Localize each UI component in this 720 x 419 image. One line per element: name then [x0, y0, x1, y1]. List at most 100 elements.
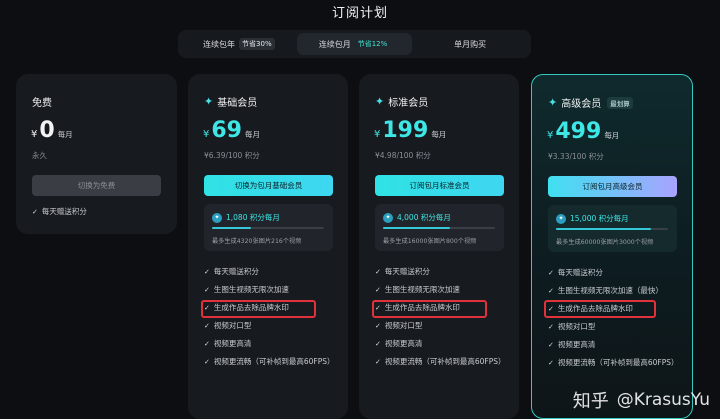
price-amount: 0: [39, 118, 55, 143]
credit-box: ✦ 4,000 积分每月 最多生成16000张图片800个视频: [375, 204, 504, 251]
credit-note: 最多生成4320张图片216个视频: [212, 238, 302, 245]
feature-list: ✓ 每天赠送积分 ✓ 生图生视频无限次加速（最快） ✓ 生成作品去除品牌水印 ✓ 视频对…: [548, 268, 688, 376]
toggle-single-label: 单月购买: [454, 39, 487, 49]
check-icon: ✓: [375, 340, 381, 348]
currency: ¥: [31, 129, 38, 140]
feature-text: 每天赠送积分: [213, 267, 259, 276]
check-icon: ✓: [548, 323, 554, 331]
price-period: 每月: [431, 130, 447, 139]
feature-item: ✓ 每天赠送积分: [375, 267, 515, 277]
sparkle-icon: ✦: [548, 96, 558, 109]
feature-item: ✓ 生图生视频无限次加速: [204, 285, 344, 295]
watermark-platform: 知乎: [572, 391, 609, 412]
feature-text: 生图生视频无限次加速（最快）: [557, 286, 663, 295]
plan-name: 免费: [32, 98, 52, 109]
plan-name: 标准会员: [388, 98, 429, 109]
toggle-yearly[interactable]: 连续包年 节省30%: [181, 33, 297, 55]
subscribe-basic-button[interactable]: 切换为包月基础会员: [204, 175, 333, 196]
currency: ¥: [203, 129, 210, 140]
feature-text: 视频对口型: [213, 321, 252, 330]
feature-list: ✓ 每天赠送积分: [32, 207, 172, 225]
check-icon: ✓: [204, 268, 210, 276]
watermark: 知乎 @KrasusYu: [573, 387, 710, 413]
check-icon: ✓: [32, 208, 38, 216]
switch-free-button[interactable]: 切换为免费: [32, 175, 161, 196]
check-icon: ✓: [204, 286, 210, 294]
price: ¥ 499 每月: [547, 119, 619, 144]
price-amount: 199: [382, 118, 429, 143]
credit-progress-fill: [383, 227, 451, 229]
sparkle-icon: ✦: [375, 95, 385, 108]
check-icon: ✓: [548, 341, 554, 349]
check-icon: ✓: [204, 322, 210, 330]
toggle-yearly-badge: 节省30%: [239, 38, 275, 50]
feature-item: ✓ 视频对口型: [375, 321, 515, 331]
feature-text: 视频更流畅（可补帧到最高60FPS）: [213, 357, 335, 366]
toggle-monthly-badge: 节省12%: [357, 40, 388, 48]
toggle-yearly-label: 连续包年: [203, 39, 236, 49]
feature-text: 视频对口型: [557, 322, 596, 331]
coin-icon: ✦: [212, 212, 222, 223]
feature-item: ✓ 视频对口型: [548, 322, 688, 332]
subscribe-premium-button[interactable]: 订阅包月高级会员: [548, 176, 677, 197]
feature-item: ✓ 视频更流畅（可补帧到最高60FPS）: [548, 358, 688, 368]
plan-card-standard: ✦ 标准会员 ¥ 199 每月 ¥4.98/100 积分 订阅包月标准会员 ✦ …: [359, 74, 519, 419]
toggle-monthly[interactable]: 连续包月 节省12%: [296, 33, 413, 55]
best-value-badge: 最划算: [607, 96, 633, 109]
feature-item: ✓ 视频更高清: [375, 339, 515, 349]
feature-text: 生图生视频无限次加速: [213, 285, 289, 294]
toggle-single-month[interactable]: 单月购买: [412, 33, 528, 55]
credit-amount: 4,000 积分每月: [397, 213, 451, 222]
feature-item: ✓ 生图生视频无限次加速（最快）: [548, 286, 688, 296]
feature-item: ✓ 生图生视频无限次加速: [375, 285, 515, 295]
feature-text: 视频更高清: [384, 339, 423, 348]
credit-progress: [383, 227, 495, 229]
price: ¥ 0 每月: [31, 118, 73, 143]
price-amount: 499: [555, 119, 602, 144]
plan-card-premium: ✦ 高级会员 最划算 ¥ 499 每月 ¥3.33/100 积分 订阅包月高级会…: [531, 74, 693, 419]
plan-card-free: 免费 ¥ 0 每月 永久 切换为免费 ✓ 每天赠送积分: [16, 74, 177, 234]
credit-progress: [212, 227, 324, 229]
credit-note: 最多生成60000张图片3000个视频: [556, 239, 654, 246]
feature-item: ✓ 视频对口型: [204, 321, 344, 331]
feature-text: 生图生视频无限次加速: [384, 285, 460, 294]
check-icon: ✓: [375, 268, 381, 276]
price-period: 每月: [604, 131, 620, 140]
price-subtext: 永久: [32, 151, 47, 160]
currency: ¥: [547, 130, 554, 141]
highlight-box-standard: [372, 300, 487, 318]
credit-row: ✦ 4,000 积分每月: [383, 212, 451, 223]
credit-row: ✦ 15,000 积分每月: [556, 213, 629, 224]
plan-name-row: ✦ 基础会员: [204, 94, 257, 109]
toggle-monthly-label: 连续包月: [318, 39, 351, 49]
feature-list: ✓ 每天赠送积分 ✓ 生图生视频无限次加速 ✓ 生成作品去除品牌水印 ✓ 视频对口型 ✓…: [375, 267, 515, 375]
feature-text: 视频更高清: [213, 339, 252, 348]
feature-text: 每天赠送积分: [557, 268, 603, 277]
sparkle-icon: ✦: [204, 95, 214, 108]
credit-box: ✦ 15,000 积分每月 最多生成60000张图片3000个视频: [548, 205, 677, 252]
credit-progress: [556, 228, 668, 230]
price-subtext: ¥3.33/100 积分: [548, 152, 604, 161]
check-icon: ✓: [375, 358, 381, 366]
plan-card-basic: ✦ 基础会员 ¥ 69 每月 ¥6.39/100 积分 切换为包月基础会员 ✦ …: [188, 74, 348, 419]
credit-note: 最多生成16000张图片800个视频: [383, 238, 477, 245]
feature-text: 视频更流畅（可补帧到最高60FPS）: [557, 358, 679, 367]
credit-amount: 1,080 积分每月: [226, 213, 280, 222]
price-period: 每月: [57, 130, 73, 139]
feature-item: ✓ 每天赠送积分: [548, 268, 688, 278]
check-icon: ✓: [548, 269, 554, 277]
highlight-box-basic: [201, 300, 316, 318]
billing-toggle: 连续包年 节省30% 连续包月 节省12% 单月购买: [178, 30, 531, 58]
feature-item: ✓ 视频更高清: [548, 340, 688, 350]
subscribe-standard-button[interactable]: 订阅包月标准会员: [375, 175, 504, 196]
coin-icon: ✦: [383, 212, 393, 223]
price-subtext: ¥4.98/100 积分: [375, 151, 431, 160]
currency: ¥: [374, 129, 381, 140]
feature-text: 视频更高清: [557, 340, 596, 349]
check-icon: ✓: [375, 286, 381, 294]
feature-text: 视频更流畅（可补帧到最高60FPS）: [384, 357, 506, 366]
check-icon: ✓: [548, 287, 554, 295]
watermark-user: @KrasusYu: [616, 390, 710, 410]
price: ¥ 69 每月: [203, 118, 260, 143]
price-amount: 69: [211, 118, 242, 143]
